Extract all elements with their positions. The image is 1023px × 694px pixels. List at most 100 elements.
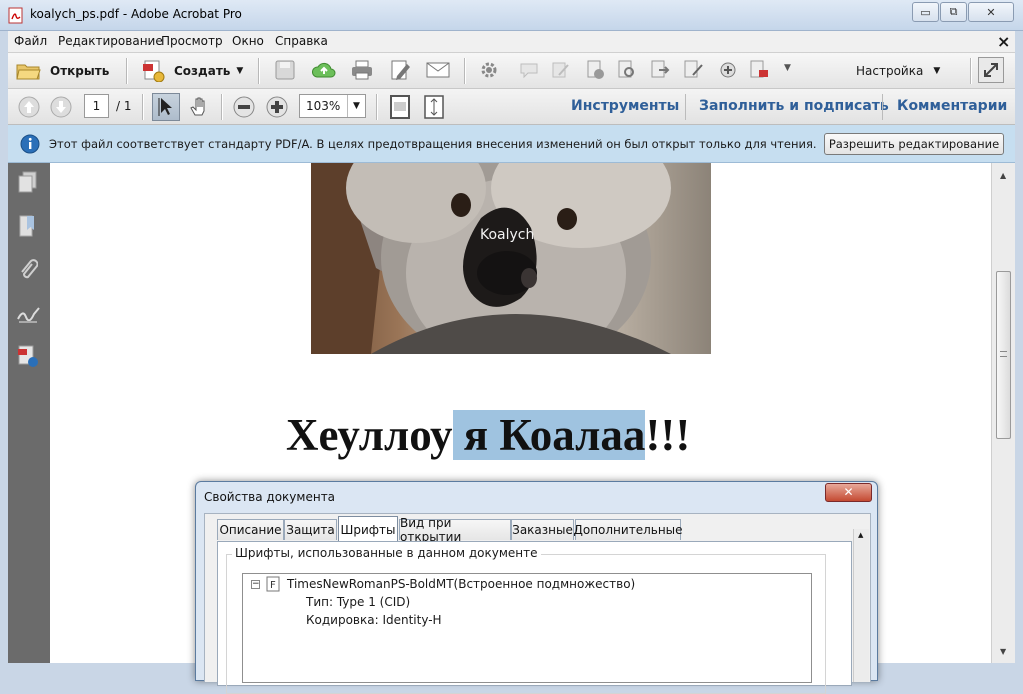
document-properties-icon[interactable]	[17, 345, 41, 369]
toolbar-divider	[258, 58, 259, 84]
window-frame-right	[1015, 31, 1023, 675]
toolbar-divider	[970, 58, 971, 84]
pdfa-info-bar: Этот файл соответствует стандарту PDF/A.…	[8, 125, 1015, 163]
menu-bar: Файл Редактирование Просмотр Окно Справк…	[8, 31, 1015, 53]
create-button[interactable]: Создать ▼	[142, 58, 243, 84]
open-label: Открыть	[50, 64, 110, 78]
bookmarks-icon[interactable]	[18, 215, 38, 239]
dialog-close-button[interactable]: ✕	[825, 483, 872, 502]
toolbar-divider	[882, 94, 883, 120]
navigation-toolbar: 1 / 1 103% ▼ Инструменты Заполнить и под…	[8, 89, 1015, 125]
signatures-icon[interactable]	[16, 303, 42, 325]
sign-icon[interactable]	[683, 60, 705, 80]
create-label: Создать	[174, 64, 231, 78]
cloud-upload-icon[interactable]	[311, 59, 337, 81]
tab-description[interactable]: Описание	[217, 519, 284, 540]
hand-tool-icon[interactable]	[188, 95, 212, 119]
email-icon[interactable]	[426, 61, 450, 79]
selected-text[interactable]: я Коалаа	[452, 410, 646, 460]
redact-icon[interactable]	[586, 60, 606, 80]
minimize-icon: ▭	[920, 5, 931, 19]
find-document-icon[interactable]	[617, 60, 637, 80]
settings-dropdown[interactable]: Настройка ▼	[856, 58, 940, 84]
open-button[interactable]: Открыть	[16, 58, 109, 84]
scroll-up-icon[interactable]: ▲	[1000, 171, 1006, 180]
save-icon[interactable]	[274, 59, 296, 81]
next-page-icon[interactable]	[49, 95, 73, 119]
scroll-up-icon[interactable]: ▲	[858, 531, 863, 539]
tab-advanced[interactable]: Дополнительные	[573, 519, 683, 540]
action-wizard-icon[interactable]	[717, 60, 739, 80]
page-thumbnails-icon[interactable]	[17, 171, 39, 195]
scroll-thumb[interactable]	[996, 271, 1011, 439]
enable-editing-button[interactable]: Разрешить редактирование	[824, 133, 1004, 155]
collapse-icon[interactable]: −	[251, 580, 260, 589]
scrolling-mode-icon[interactable]	[422, 94, 446, 120]
close-icon: ✕	[843, 485, 854, 499]
menu-help[interactable]: Справка	[275, 34, 328, 48]
tab-security[interactable]: Защита	[284, 519, 337, 540]
export-icon[interactable]	[650, 60, 670, 80]
tools-pane-button[interactable]: Инструменты	[571, 98, 679, 114]
font-file-icon: F	[266, 576, 280, 592]
print-icon[interactable]	[350, 59, 374, 81]
restore-icon: ⧉	[949, 5, 958, 18]
fonts-tree[interactable]: − F TimesNewRomanPS-BoldMT(Встроенное по…	[242, 573, 812, 683]
tab-initial-view[interactable]: Вид при открытии	[399, 516, 511, 544]
main-toolbar: Открыть Создать ▼ ▼ Настройка ▼	[8, 53, 1015, 89]
restore-button[interactable]: ⧉	[940, 2, 967, 22]
dialog-title: Свойства документа	[204, 490, 336, 504]
menu-edit[interactable]: Редактирование	[58, 34, 163, 48]
font-name[interactable]: TimesNewRomanPS-BoldMT(Встроенное подмно…	[287, 577, 635, 591]
more-tools-chevron-icon[interactable]: ▼	[784, 63, 791, 73]
chevron-down-icon: ▼	[933, 66, 941, 76]
chevron-down-icon[interactable]: ▼	[347, 95, 365, 117]
toolbar-divider	[142, 94, 143, 120]
cursor-icon	[158, 98, 172, 116]
comments-pane-button[interactable]: Комментарии	[897, 98, 1007, 114]
edit-document-icon[interactable]	[389, 59, 413, 81]
info-message: Этот файл соответствует стандарту PDF/A.…	[49, 137, 817, 151]
tab-custom[interactable]: Заказные	[511, 519, 574, 540]
minimize-button[interactable]: ▭	[912, 2, 939, 22]
previous-page-icon[interactable]	[17, 95, 41, 119]
koala-illustration	[311, 163, 671, 354]
image-caption: Koalych	[480, 227, 535, 243]
svg-text:F: F	[270, 580, 276, 591]
menu-file[interactable]: Файл	[14, 34, 47, 48]
scroll-down-icon[interactable]: ▼	[1000, 647, 1006, 656]
full-screen-button[interactable]	[978, 57, 1004, 83]
zoom-select[interactable]: 103% ▼	[299, 94, 366, 118]
zoom-value: 103%	[306, 99, 341, 113]
fill-sign-pane-button[interactable]: Заполнить и подписать	[699, 98, 889, 114]
vertical-scrollbar[interactable]: ▲ ▼	[991, 163, 1015, 663]
navigation-pane	[8, 163, 50, 663]
markup-icon[interactable]	[551, 61, 571, 79]
expand-icon	[984, 63, 998, 77]
menu-window[interactable]: Окно	[232, 34, 264, 48]
settings-label: Настройка	[856, 64, 924, 78]
protect-icon[interactable]	[749, 60, 771, 80]
fonts-tab-panel: Шрифты, использованные в данном документ…	[217, 541, 852, 694]
grip-icon	[1000, 351, 1007, 357]
toolbar-divider	[376, 94, 377, 120]
toolbar-divider	[464, 58, 465, 84]
menu-view[interactable]: Просмотр	[161, 34, 223, 48]
heading-text: !!!	[645, 410, 691, 460]
koala-image: Koalych	[311, 163, 711, 354]
page-number-input[interactable]: 1	[84, 94, 109, 118]
zoom-in-icon[interactable]	[265, 95, 289, 119]
info-icon	[20, 134, 40, 154]
attachments-icon[interactable]	[18, 259, 38, 283]
fit-page-icon[interactable]	[388, 94, 412, 120]
title-bar: koalych_ps.pdf - Adobe Acrobat Pro ▭ ⧉ ✕	[0, 0, 1023, 31]
select-tool-button[interactable]	[152, 93, 180, 121]
dialog-scrollbar[interactable]: ▲	[853, 529, 869, 682]
zoom-out-icon[interactable]	[232, 95, 256, 119]
comment-icon[interactable]	[519, 61, 539, 79]
gear-icon[interactable]	[480, 61, 498, 79]
close-window-button[interactable]: ✕	[968, 2, 1014, 22]
close-document-icon[interactable]: ×	[997, 32, 1010, 51]
tab-fonts[interactable]: Шрифты	[338, 516, 398, 542]
page-total: / 1	[116, 99, 132, 113]
